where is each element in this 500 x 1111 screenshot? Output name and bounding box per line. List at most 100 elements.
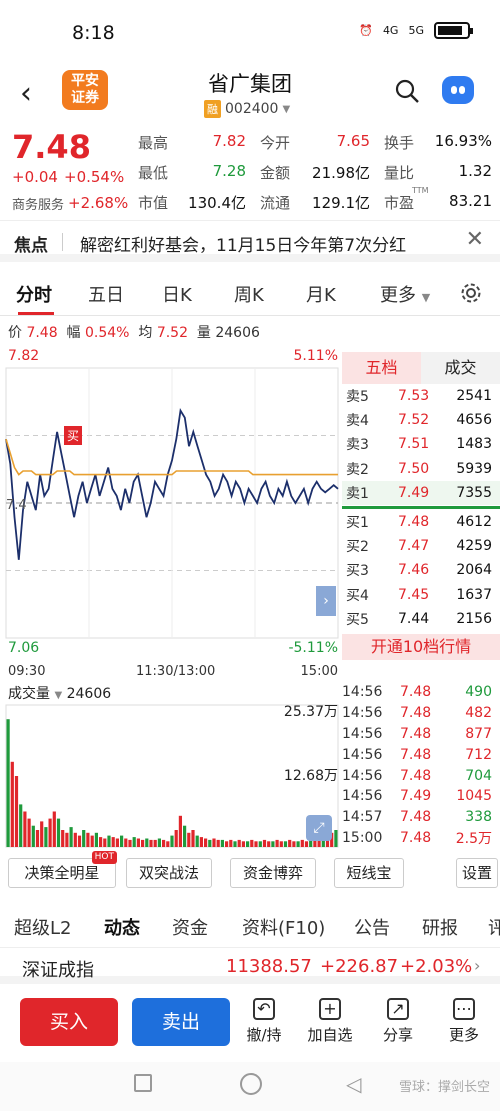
tab-daily-k[interactable]: 日K bbox=[162, 281, 192, 307]
chart-high: 7.82 bbox=[8, 348, 40, 364]
book-level-row[interactable]: 买2 7.47 4259 bbox=[342, 534, 500, 558]
volume-bar bbox=[229, 839, 233, 847]
index-ticker[interactable]: 深证成指 11388.57 +226.87 +2.03% › bbox=[0, 950, 500, 984]
level-label: 买4 bbox=[346, 587, 369, 604]
tab-five-day[interactable]: 五日 bbox=[88, 281, 124, 307]
buy-button[interactable]: 买入 bbox=[20, 998, 118, 1046]
tab-trades[interactable]: 成交 bbox=[421, 352, 500, 384]
volume-bar bbox=[212, 838, 216, 847]
stat-value: 7.28 bbox=[212, 162, 246, 180]
focus-news-bar[interactable]: 焦点 解密红利好基会，11月15日今年第7次分红 ✕ bbox=[0, 220, 500, 262]
volume-bar bbox=[56, 818, 61, 847]
chart-high-pct: 5.11% bbox=[293, 348, 338, 364]
book-level-row[interactable]: 卖2 7.50 5939 bbox=[342, 457, 500, 481]
cancel-hold-button[interactable]: ↶ 撤/持 bbox=[234, 998, 294, 1045]
time-mid: 11:30/13:00 bbox=[136, 664, 216, 679]
tab-f10[interactable]: 资料(F10) bbox=[242, 914, 325, 940]
volume-bar bbox=[254, 841, 258, 847]
book-level-row[interactable]: 卖3 7.51 1483 bbox=[342, 432, 500, 456]
stock-code: 002400 bbox=[225, 101, 279, 117]
battery-icon bbox=[434, 22, 473, 39]
book-level-row[interactable]: 买1 7.48 4612 bbox=[342, 510, 500, 534]
trade-volume: 338 bbox=[465, 809, 492, 826]
tab-intraday[interactable]: 分时 bbox=[16, 281, 52, 307]
search-icon[interactable] bbox=[394, 78, 420, 104]
volume-selector[interactable]: 成交量 ▼ 24606 bbox=[8, 683, 111, 703]
double-break-button[interactable]: 双突战法 bbox=[126, 858, 212, 888]
level-volume: 5939 bbox=[456, 460, 492, 477]
back-triangle-icon[interactable]: ◁ bbox=[346, 1072, 361, 1096]
decision-star-button[interactable]: 决策全明星 HOT bbox=[8, 851, 117, 888]
stat-label: 最低 bbox=[138, 164, 169, 182]
action-bar: 买入 卖出 ↶ 撤/持 + 加自选 ↗ 分享 ⋯ 更多 bbox=[0, 990, 500, 1060]
volume-bar bbox=[128, 839, 132, 847]
network-5g-icon: 5G bbox=[408, 24, 424, 37]
level-label: 卖2 bbox=[346, 461, 369, 478]
book-level-row[interactable]: 买4 7.45 1637 bbox=[342, 583, 500, 607]
focus-text[interactable]: 解密红利好基会，11月15日今年第7次分红 bbox=[80, 231, 406, 256]
price-change: +0.04 bbox=[12, 168, 58, 186]
tab-research[interactable]: 研报 bbox=[422, 914, 458, 940]
settings-gear-icon[interactable] bbox=[460, 282, 482, 304]
book-level-row[interactable]: 买5 7.44 2156 bbox=[342, 607, 500, 631]
book-level-row[interactable]: 卖5 7.53 2541 bbox=[342, 384, 500, 408]
volume-bar bbox=[183, 825, 187, 847]
chevron-down-icon: ▼ bbox=[54, 690, 63, 701]
stock-code-selector[interactable]: 融 002400 ▼ bbox=[204, 100, 290, 118]
tab-capital[interactable]: 资金 bbox=[172, 914, 208, 940]
add-watchlist-button[interactable]: + 加自选 bbox=[300, 998, 360, 1045]
book-level-row[interactable]: 卖1 7.49 7355 bbox=[342, 480, 500, 505]
trade-volume: 704 bbox=[465, 767, 492, 784]
sell-levels: 卖5 7.53 2541 卖4 7.52 4656 卖3 7.51 1483 卖2 7.50 5939… bbox=[342, 384, 500, 505]
home-icon[interactable] bbox=[240, 1073, 262, 1095]
trade-time: 14:56 bbox=[342, 705, 383, 722]
volume-bar bbox=[174, 830, 178, 847]
tab-super-l2[interactable]: 超级L2 bbox=[14, 914, 71, 940]
tab-monthly-k[interactable]: 月K bbox=[306, 281, 336, 307]
capital-game-button[interactable]: 资金博弈 bbox=[230, 858, 316, 888]
trade-row: 14:57 7.48 338 bbox=[342, 807, 500, 828]
buy-marker[interactable]: 买 bbox=[64, 426, 83, 445]
trade-volume: 490 bbox=[465, 684, 492, 701]
chevron-right-icon[interactable]: › bbox=[316, 586, 336, 616]
volume-chart[interactable]: 成交量 ▼ 24606 25.37万 12.68万 ⤢ bbox=[0, 683, 342, 853]
book-level-row[interactable]: 买3 7.46 2064 bbox=[342, 558, 500, 582]
tab-more[interactable]: 更多 ▼ bbox=[380, 281, 430, 307]
close-icon[interactable]: ✕ bbox=[466, 227, 484, 252]
stat-label: 换手 bbox=[384, 134, 415, 152]
focus-label: 焦点 bbox=[14, 236, 48, 256]
trade-row: 14:56 7.49 1045 bbox=[342, 786, 500, 807]
more-label: 更多 bbox=[448, 1026, 479, 1044]
more-button[interactable]: ⋯ 更多 bbox=[434, 998, 494, 1045]
cancel-order-icon: ↶ bbox=[253, 998, 275, 1020]
open-level10-button[interactable]: 开通10档行情 bbox=[342, 634, 500, 660]
share-button[interactable]: ↗ 分享 bbox=[368, 998, 428, 1045]
recent-apps-icon[interactable] bbox=[134, 1074, 152, 1092]
level-label: 卖5 bbox=[346, 389, 369, 406]
volume-bar bbox=[166, 841, 170, 847]
tab-news[interactable]: 动态 bbox=[104, 914, 140, 940]
volume-bar bbox=[82, 830, 86, 847]
trade-row: 14:56 7.48 704 bbox=[342, 765, 500, 786]
volume-bar bbox=[65, 832, 69, 847]
short-term-button[interactable]: 短线宝 bbox=[334, 858, 404, 888]
volume-bar bbox=[271, 841, 275, 847]
sector-name[interactable]: 商务服务 bbox=[12, 194, 64, 213]
sell-button[interactable]: 卖出 bbox=[132, 998, 230, 1046]
tab-comment[interactable]: 评 bbox=[488, 914, 500, 940]
volume-bar bbox=[275, 839, 279, 847]
status-time: 8:18 bbox=[72, 22, 115, 44]
status-bar: 8:18 ⏰ 4G 5G bbox=[0, 0, 500, 62]
settings-button[interactable]: 设置 bbox=[456, 858, 498, 888]
fullscreen-icon[interactable]: ⤢ bbox=[306, 815, 332, 841]
index-change: +226.87 bbox=[320, 956, 399, 977]
tab-more-label: 更多 bbox=[380, 285, 416, 306]
tab-announcement[interactable]: 公告 bbox=[354, 914, 390, 940]
tab-weekly-k[interactable]: 周K bbox=[234, 281, 264, 307]
book-level-row[interactable]: 卖4 7.52 4656 bbox=[342, 408, 500, 432]
assistant-robot-icon[interactable] bbox=[442, 76, 474, 104]
level-volume: 4612 bbox=[456, 514, 492, 531]
tab-five-levels[interactable]: 五档 bbox=[342, 352, 421, 384]
intraday-chart[interactable]: 7.82 5.11% 7.06 -5.11% 7.4 买 › 09:30 11:… bbox=[0, 342, 342, 687]
stat-label: 量比 bbox=[384, 164, 415, 182]
